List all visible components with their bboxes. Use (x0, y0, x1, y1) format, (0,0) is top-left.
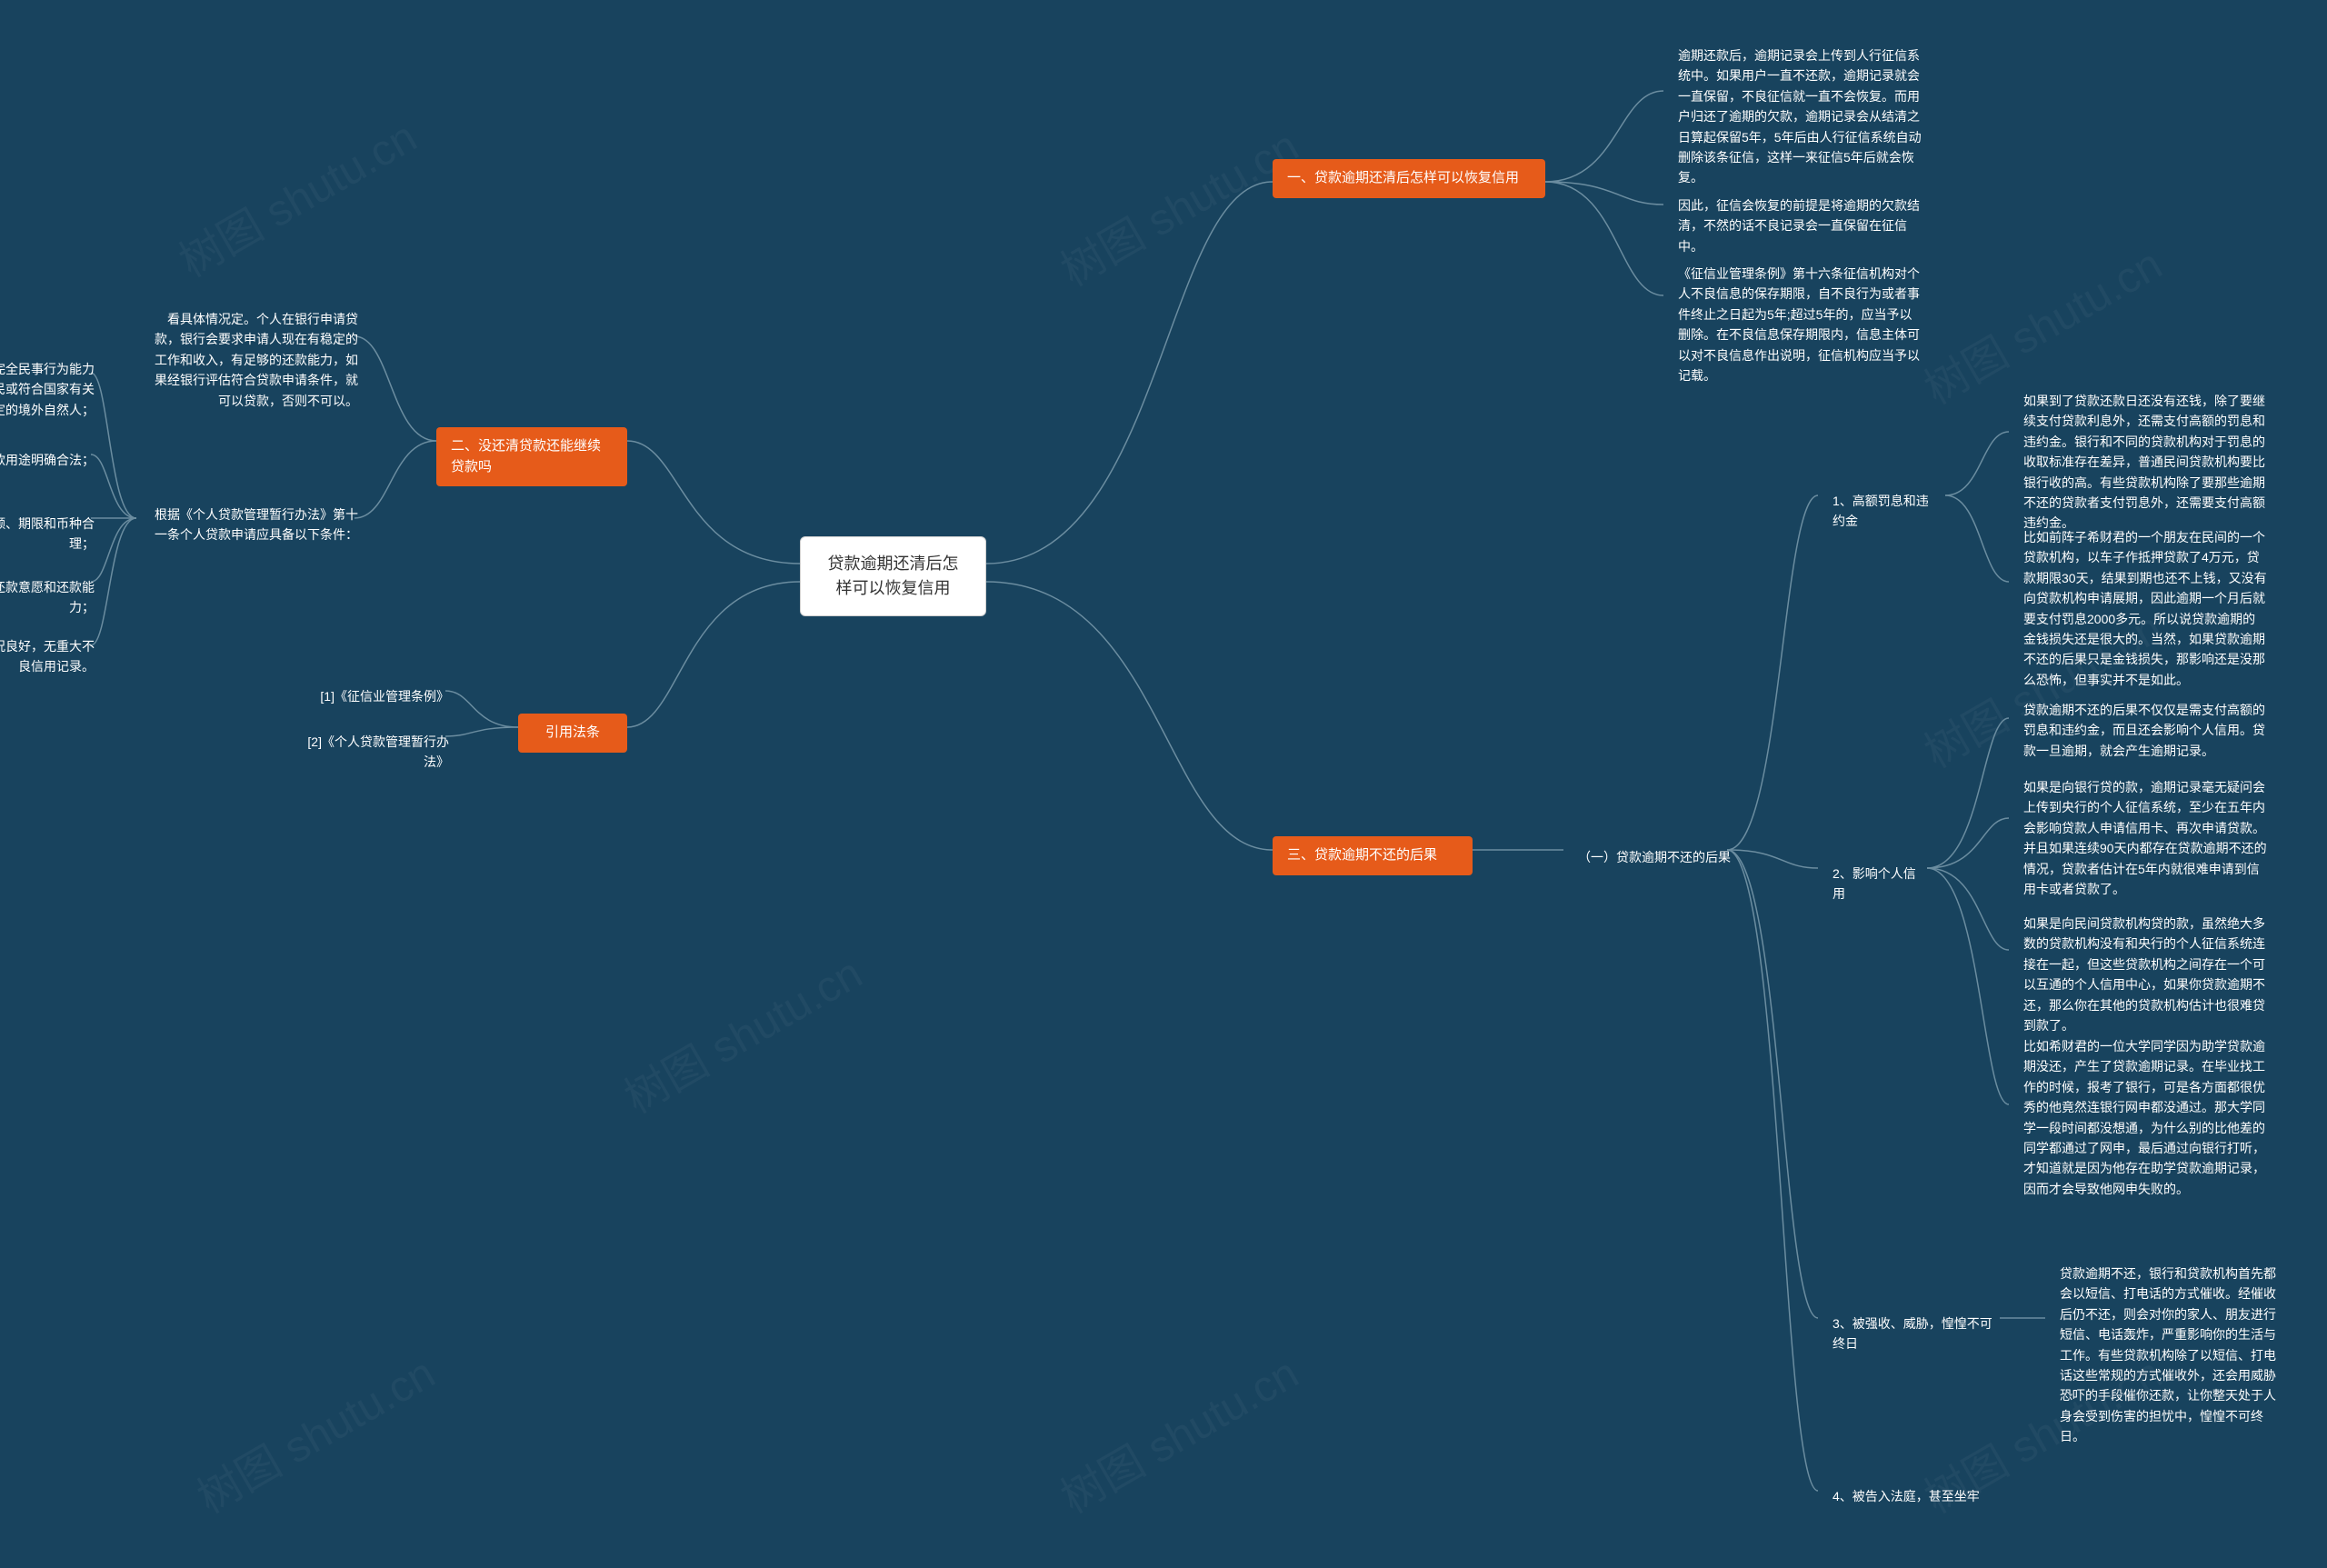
branch-3-item-2-p1: 贷款逾期不还的后果不仅仅是需支付高额的罚息和违约金，而且还会影响个人信用。贷款一… (2009, 691, 2282, 770)
branch-3-item-2-p4: 比如希财君的一位大学同学因为助学贷款逾期没还，产生了贷款逾期记录。在毕业找工作的… (2009, 1027, 2282, 1208)
branch-2-sub-5: （五）借款人信用状况良好，无重大不良信用记录。 (0, 627, 109, 686)
branch-2-sub-4: （四）借款人具备还款意愿和还款能力； (0, 568, 109, 627)
branch-3-item-1-p2: 比如前阵子希财君的一个朋友在民间的一个贷款机构，以车子作抵押贷款了4万元，贷款期… (2009, 518, 2282, 699)
watermark: 树图 shutu.cn (184, 1338, 444, 1525)
watermark: 树图 shutu.cn (1047, 111, 1308, 298)
watermark: 树图 shutu.cn (165, 102, 426, 289)
branch-2-child-1: 看具体情况定。个人在银行申请贷款，银行会要求申请人现在有稳定的工作和收入，有足够… (136, 300, 373, 420)
branch-2-sub-3: （三）贷款申请数额、期限和币种合理； (0, 504, 109, 564)
branch-3-item-3-p1: 贷款逾期不还，银行和贷款机构首先都会以短信、打电话的方式催收。经催收后仍不还，则… (2045, 1254, 2300, 1456)
root-node[interactable]: 贷款逾期还清后怎样可以恢复信用 (800, 536, 986, 616)
branch-1[interactable]: 一、贷款逾期还清后怎样可以恢复信用 (1273, 159, 1545, 198)
branch-4[interactable]: 引用法条 (518, 714, 627, 753)
branch-1-child-1: 逾期还款后，逾期记录会上传到人行征信系统中。如果用户一直不还款，逾期记录就会一直… (1663, 36, 1936, 197)
branch-4-child-2: [2]《个人贷款管理暂行办法》 (282, 723, 464, 782)
branch-3-item-2-p2: 如果是向银行贷的款，逾期记录毫无疑问会上传到央行的个人征信系统，至少在五年内会影… (2009, 768, 2282, 908)
branch-3[interactable]: 三、贷款逾期不还的后果 (1273, 836, 1473, 875)
branch-3-item-2-p3: 如果是向民间贷款机构贷的款，虽然绝大多数的贷款机构没有和央行的个人征信系统连接在… (2009, 904, 2282, 1044)
branch-3-item-3-label: 3、被强收、威胁，惶惶不可终日 (1818, 1304, 2009, 1363)
watermark: 树图 shutu.cn (611, 938, 872, 1125)
branch-2-child-2: 根据《个人贷款管理暂行办法》第十一条个人贷款申请应具备以下条件： (136, 495, 373, 554)
watermark: 树图 shutu.cn (1047, 1338, 1308, 1525)
branch-2-sub-1: （一）借款人为具有完全民事行为能力的中华人民共和国公民或符合国家有关规定的境外自… (0, 350, 109, 429)
branch-2[interactable]: 二、没还清贷款还能继续贷款吗 (436, 427, 627, 486)
branch-4-child-1: [1]《征信业管理条例》 (282, 677, 464, 715)
branch-1-child-3: 《征信业管理条例》第十六条征信机构对个人不良信息的保存期限，自不良行为或者事件终… (1663, 255, 1936, 394)
branch-3-item-4-label: 4、被告入法庭，甚至坐牢 (1818, 1477, 2000, 1515)
branch-3-child-1: （一）贷款逾期不还的后果 (1563, 838, 1745, 876)
branch-3-item-2-label: 2、影响个人信用 (1818, 854, 1936, 914)
branch-3-item-1-label: 1、高额罚息和违约金 (1818, 482, 1954, 541)
branch-2-sub-2: （二）贷款用途明确合法； (0, 441, 109, 479)
